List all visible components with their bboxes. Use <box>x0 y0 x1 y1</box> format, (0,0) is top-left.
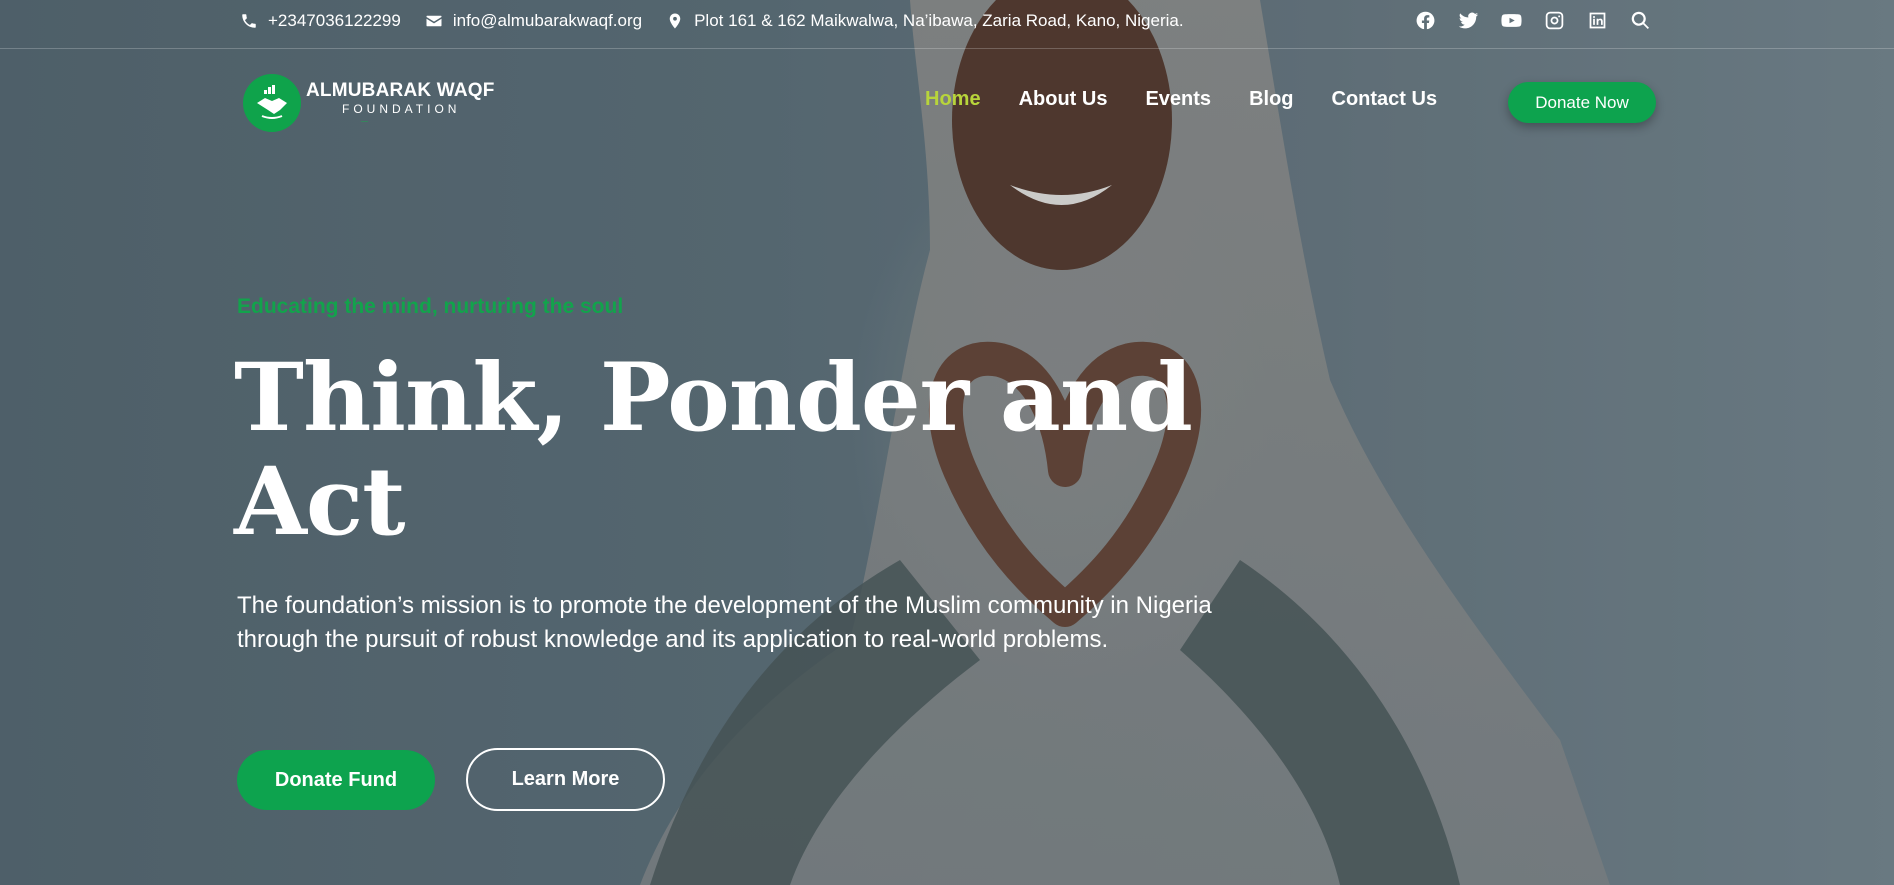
logo-emblem <box>243 74 301 132</box>
logo-subtitle: FOUNDATION <box>342 102 461 116</box>
envelope-icon <box>426 15 442 26</box>
handshake-icon <box>257 85 287 119</box>
hero-tagline: Educating the mind, nurturing the soul <box>237 295 624 318</box>
headline-line-1: Think, Ponder and <box>234 343 1193 453</box>
map-pin-icon <box>669 13 681 28</box>
site-logo[interactable]: ALMUBARAK WAQF FOUNDATION — <box>243 74 495 132</box>
phone-icon <box>242 13 256 28</box>
email-contact[interactable]: info@almubarakwaqf.org <box>425 11 642 31</box>
address-contact: Plot 161 & 162 Maikwalwa, Na’ibawa, Zari… <box>666 10 1184 31</box>
logo-tagline: — <box>361 118 369 125</box>
phone-number: +2347036122299 <box>268 10 401 30</box>
donate-fund-button[interactable]: Donate Fund <box>237 750 435 810</box>
nav-item-events[interactable]: Events <box>1145 88 1211 111</box>
nav-item-contact-us[interactable]: Contact Us <box>1332 88 1438 111</box>
logo-text: ALMUBARAK WAQF FOUNDATION — <box>306 81 495 125</box>
nav-item-blog[interactable]: Blog <box>1249 88 1293 111</box>
main-nav: Home About Us Events Blog Contact Us <box>925 88 1475 111</box>
logo-title: ALMUBARAK WAQF <box>306 80 495 101</box>
linkedin-icon[interactable] <box>1587 10 1608 31</box>
nav-item-home[interactable]: Home <box>925 88 981 111</box>
headline-line-2: Act <box>234 447 406 557</box>
learn-more-button[interactable]: Learn More <box>466 748 665 811</box>
mission-statement: The foundation’s mission is to promote t… <box>237 592 1212 653</box>
social-links <box>1415 0 1651 41</box>
address-text: Plot 161 & 162 Maikwalwa, Na’ibawa, Zari… <box>694 10 1184 30</box>
nav-item-about-us[interactable]: About Us <box>1019 88 1108 111</box>
email-address: info@almubarakwaqf.org <box>452 10 643 30</box>
search-icon[interactable] <box>1630 10 1651 31</box>
hero-headline: Think, Ponder and Act <box>234 346 1194 554</box>
twitter-icon[interactable] <box>1458 10 1479 31</box>
top-bar: +2347036122299 info@almubarakwaqf.org Pl… <box>0 0 1894 49</box>
youtube-icon[interactable] <box>1501 10 1522 31</box>
facebook-icon[interactable] <box>1415 10 1436 31</box>
donate-now-button[interactable]: Donate Now <box>1508 82 1656 123</box>
instagram-icon[interactable] <box>1544 10 1565 31</box>
contact-info: +2347036122299 info@almubarakwaqf.org Pl… <box>240 0 1208 41</box>
phone-contact[interactable]: +2347036122299 <box>240 11 401 31</box>
